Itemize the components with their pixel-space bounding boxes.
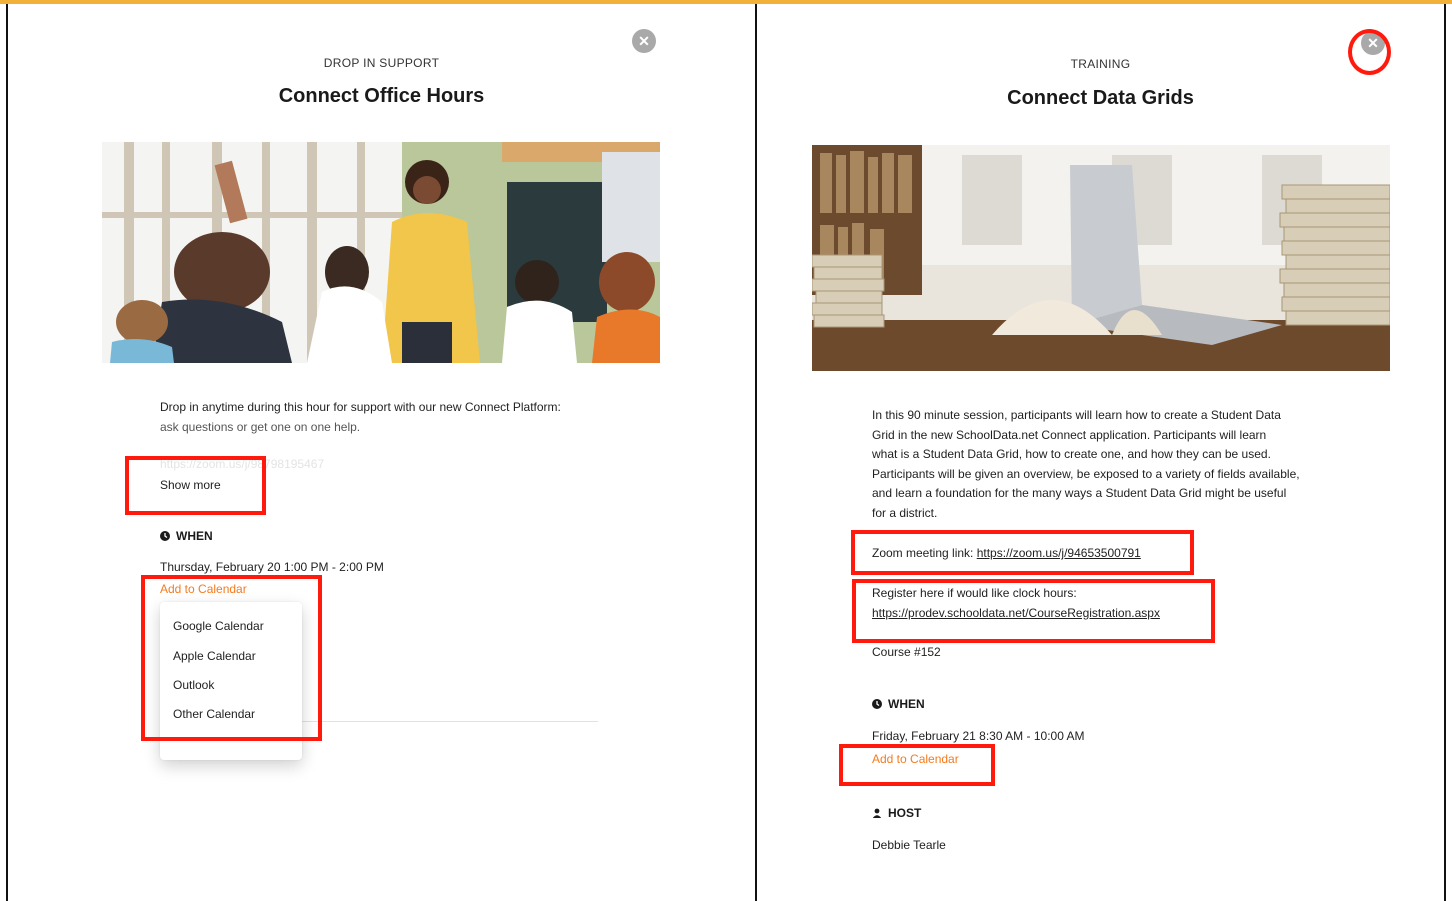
event-description: In this 90 minute session, participants …	[872, 406, 1342, 524]
when-section-label: WHEN	[160, 529, 213, 543]
annotation-box	[852, 579, 1215, 643]
description-line: In this 90 minute session, participants …	[872, 408, 1281, 422]
description-line: and learn a foundation for the many ways…	[872, 486, 1287, 501]
clock-icon	[160, 531, 170, 541]
description-line: what is a Student Data Grid, how to crea…	[872, 447, 1271, 462]
description-line: Drop in anytime during this hour for sup…	[160, 400, 561, 414]
when-section-label: WHEN	[872, 697, 925, 711]
classroom-photo	[102, 142, 660, 363]
when-label: WHEN	[176, 529, 213, 543]
event-modal-data-grids: ✕ TRAINING Connect Data Grids In this 90…	[757, 4, 1446, 901]
annotation-box	[839, 744, 995, 786]
event-category: TRAINING	[1070, 57, 1131, 71]
event-category: DROP IN SUPPORT	[323, 56, 440, 70]
close-icon[interactable]: ✕	[632, 29, 656, 53]
person-icon	[872, 808, 882, 818]
description-line: Participants will be given an overview, …	[872, 466, 1300, 481]
event-modal-office-hours: ✕ DROP IN SUPPORT Connect Office Hours D…	[6, 4, 757, 901]
description-line: ask questions or get one on one help.	[160, 419, 361, 434]
event-description: Drop in anytime during this hour for sup…	[160, 398, 600, 437]
annotation-box	[125, 456, 266, 515]
course-number: Course #152	[872, 645, 941, 659]
description-line: Grid in the new SchoolData.net Connect a…	[872, 427, 1267, 442]
host-label: HOST	[888, 806, 922, 820]
host-name: Debbie Tearle	[872, 838, 946, 852]
annotation-box	[141, 575, 322, 741]
description-line: for a district.	[872, 505, 938, 520]
event-title: Connect Data Grids	[1007, 87, 1194, 109]
library-laptop-photo	[812, 145, 1390, 371]
host-section-label: HOST	[872, 806, 921, 820]
annotation-box	[851, 530, 1194, 575]
clock-icon	[872, 699, 882, 709]
event-title: Connect Office Hours	[278, 85, 485, 107]
when-label: WHEN	[888, 697, 925, 711]
